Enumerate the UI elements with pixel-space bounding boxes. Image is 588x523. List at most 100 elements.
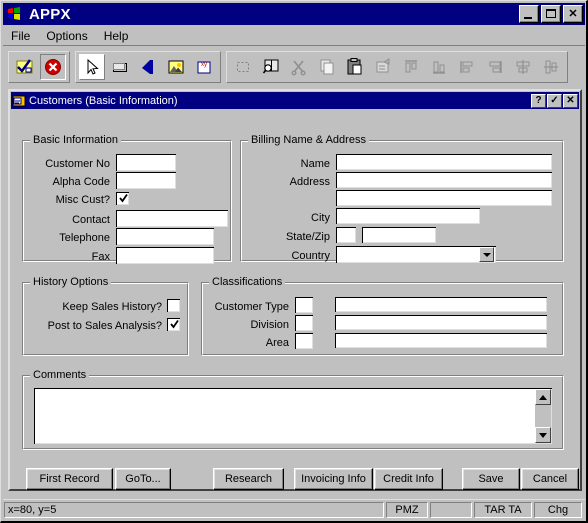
menu-help[interactable]: Help bbox=[96, 27, 137, 45]
status-coordinates: x=80, y=5 bbox=[4, 501, 384, 518]
comments-textarea-wrapper[interactable] bbox=[34, 388, 552, 444]
customer-type-label: Customer Type bbox=[214, 301, 289, 313]
ok-check-button[interactable]: ✓ bbox=[547, 93, 562, 108]
contact-input[interactable] bbox=[117, 211, 227, 226]
windows-logo-icon bbox=[5, 5, 23, 23]
billing-name-input[interactable] bbox=[337, 155, 551, 169]
rectangle-icon[interactable] bbox=[107, 54, 133, 80]
division-desc-input[interactable] bbox=[336, 316, 546, 329]
fax-input[interactable] bbox=[117, 248, 213, 263]
align-top-icon bbox=[398, 54, 424, 80]
billing-state-zip-label: State/Zip bbox=[285, 231, 330, 243]
goto-button[interactable]: GoTo... bbox=[115, 468, 171, 490]
fax-field[interactable] bbox=[116, 247, 214, 264]
billing-city-label: City bbox=[311, 212, 330, 224]
customer-type-code-field[interactable] bbox=[295, 297, 313, 313]
customer-type-code-input[interactable] bbox=[296, 298, 312, 312]
mdi-titlebar[interactable]: Customers (Basic Information) ? ✓ ✕ bbox=[11, 92, 579, 109]
image-icon[interactable] bbox=[163, 54, 189, 80]
billing-address2-input[interactable] bbox=[337, 191, 551, 205]
area-code-input[interactable] bbox=[296, 334, 312, 348]
close-child-button[interactable]: ✕ bbox=[563, 93, 578, 108]
save-button-label: Save bbox=[478, 473, 504, 485]
post-to-sales-analysis-checkbox[interactable] bbox=[167, 318, 180, 331]
misc-cust-checkbox[interactable] bbox=[116, 192, 129, 205]
save-button[interactable]: Save bbox=[462, 468, 520, 490]
billing-state-input[interactable] bbox=[337, 228, 355, 242]
customer-no-field[interactable] bbox=[116, 154, 176, 171]
billing-city-input[interactable] bbox=[337, 209, 479, 223]
align-left-icon bbox=[454, 54, 480, 80]
cancel-button-label: Cancel bbox=[532, 473, 568, 485]
align-center-horizontal-icon bbox=[510, 54, 536, 80]
misc-cust-label: Misc Cust? bbox=[55, 194, 110, 206]
comments-scrollbar[interactable] bbox=[535, 389, 551, 443]
text-letter-a-icon[interactable] bbox=[135, 54, 161, 80]
maximize-button[interactable] bbox=[541, 5, 561, 23]
area-desc-field[interactable] bbox=[335, 333, 547, 348]
goto-button-label: GoTo... bbox=[125, 473, 161, 485]
research-button[interactable]: Research bbox=[213, 468, 284, 490]
mdi-client-area: Basic Information Customer No Alpha Code… bbox=[10, 110, 580, 508]
customer-no-input[interactable] bbox=[117, 155, 175, 170]
area-desc-input[interactable] bbox=[336, 334, 546, 347]
alpha-code-field[interactable] bbox=[116, 172, 176, 189]
menu-file[interactable]: File bbox=[3, 27, 38, 45]
close-button[interactable]: ✕ bbox=[563, 5, 583, 23]
billing-address1-input[interactable] bbox=[337, 173, 551, 187]
paste-clipboard-icon[interactable] bbox=[342, 54, 368, 80]
keep-sales-history-checkbox[interactable] bbox=[167, 299, 180, 312]
pointer-arrow-icon[interactable] bbox=[79, 54, 105, 80]
scroll-down-arrow-icon[interactable] bbox=[535, 427, 551, 443]
customer-no-label: Customer No bbox=[45, 158, 110, 170]
window-title: APPX bbox=[29, 5, 71, 23]
help-button[interactable]: ? bbox=[531, 93, 546, 108]
zoom-inspect-icon[interactable] bbox=[258, 54, 284, 80]
billing-city-field[interactable] bbox=[336, 208, 480, 224]
toolbar-group-actions bbox=[8, 51, 70, 83]
application-window: APPX ✕ File Options Help xy Customers (B… bbox=[0, 0, 588, 523]
window-titlebar[interactable]: APPX ✕ bbox=[3, 3, 585, 25]
minimize-button[interactable] bbox=[519, 5, 539, 23]
cancel-button[interactable]: Cancel bbox=[521, 468, 579, 490]
first-record-button-label: First Record bbox=[39, 473, 100, 485]
variable-field-icon[interactable]: xy bbox=[191, 54, 217, 80]
area-code-field[interactable] bbox=[295, 333, 313, 349]
division-code-field[interactable] bbox=[295, 315, 313, 331]
customer-type-desc-field[interactable] bbox=[335, 297, 547, 312]
minimize-glyph bbox=[524, 17, 532, 19]
chevron-down-icon[interactable] bbox=[479, 247, 494, 262]
contact-field[interactable] bbox=[116, 210, 228, 227]
telephone-input[interactable] bbox=[117, 229, 213, 244]
billing-state-field[interactable] bbox=[336, 227, 356, 243]
menubar: File Options Help bbox=[3, 26, 585, 46]
contact-label: Contact bbox=[72, 214, 110, 226]
menu-options[interactable]: Options bbox=[38, 27, 95, 45]
align-right-icon bbox=[482, 54, 508, 80]
credit-info-button[interactable]: Credit Info bbox=[374, 468, 443, 490]
billing-zip-field[interactable] bbox=[362, 227, 436, 243]
customer-type-desc-input[interactable] bbox=[336, 298, 546, 311]
cancel-circle-icon[interactable] bbox=[40, 54, 66, 80]
telephone-field[interactable] bbox=[116, 228, 214, 245]
invoicing-info-button[interactable]: Invoicing Info bbox=[294, 468, 373, 490]
alpha-code-label: Alpha Code bbox=[52, 176, 111, 188]
alpha-code-input[interactable] bbox=[117, 173, 175, 188]
billing-country-combo[interactable] bbox=[336, 246, 496, 263]
checkmark-form-icon[interactable] bbox=[12, 54, 38, 80]
billing-zip-input[interactable] bbox=[363, 228, 435, 242]
division-desc-field[interactable] bbox=[335, 315, 547, 330]
billing-address1-field[interactable] bbox=[336, 172, 552, 188]
keep-sales-history-label: Keep Sales History? bbox=[62, 301, 162, 313]
comments-textarea[interactable] bbox=[35, 389, 535, 443]
toolbar-group-tools: xy bbox=[75, 51, 221, 83]
scroll-up-arrow-icon[interactable] bbox=[535, 389, 551, 405]
billing-country-input[interactable] bbox=[337, 247, 495, 262]
copy-icon bbox=[314, 54, 340, 80]
division-code-input[interactable] bbox=[296, 316, 312, 330]
billing-name-field[interactable] bbox=[336, 154, 552, 170]
research-button-label: Research bbox=[224, 473, 273, 485]
classifications-legend: Classifications bbox=[209, 276, 286, 288]
first-record-button[interactable]: First Record bbox=[26, 468, 113, 490]
billing-address2-field[interactable] bbox=[336, 190, 552, 206]
